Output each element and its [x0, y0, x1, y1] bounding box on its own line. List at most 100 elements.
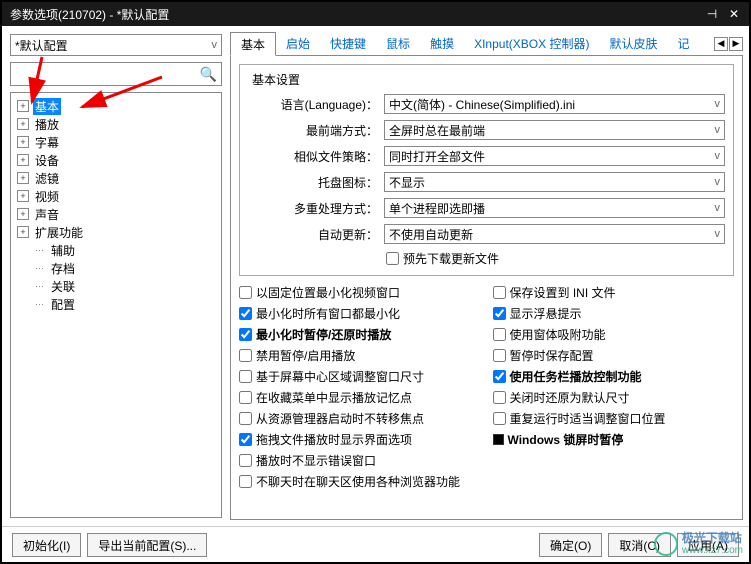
tab-默认皮肤[interactable]: 默认皮肤	[599, 32, 667, 56]
check-label: 基于屏幕中心区域调整窗口尺寸	[256, 368, 424, 385]
check-option[interactable]: 基于屏幕中心区域调整窗口尺寸	[239, 368, 481, 385]
select-tray[interactable]: 不显示v	[384, 172, 725, 192]
label-multi: 多重处理方式：	[248, 200, 378, 217]
tree-item-播放[interactable]: + 播放	[13, 115, 219, 133]
cancel-button[interactable]: 取消(C)	[608, 533, 671, 557]
tab-XInput(XBOX 控制器)[interactable]: XInput(XBOX 控制器)	[464, 32, 599, 56]
check-option[interactable]: 最小化时所有窗口都最小化	[239, 305, 481, 322]
export-button[interactable]: 导出当前配置(S)...	[87, 533, 207, 557]
check-label: 使用任务栏播放控制功能	[510, 368, 642, 385]
checkbox[interactable]	[493, 412, 506, 425]
check-option[interactable]: 关闭时还原为默认尺寸	[493, 389, 735, 406]
expand-icon[interactable]: +	[17, 100, 29, 112]
checkbox[interactable]	[239, 286, 252, 299]
tab-启始[interactable]: 启始	[276, 32, 320, 56]
checkbox[interactable]	[239, 349, 252, 362]
tree-item-滤镜[interactable]: +滤镜	[13, 169, 219, 187]
check-label: 最小化时暂停/还原时播放	[256, 326, 391, 343]
expand-icon[interactable]: +	[17, 172, 29, 184]
check-option[interactable]: 显示浮悬提示	[493, 305, 735, 322]
checkbox[interactable]	[493, 307, 506, 320]
checkbox[interactable]	[493, 391, 506, 404]
tree-item-配置[interactable]: ⋯配置	[13, 295, 219, 313]
tree-item-基本[interactable]: + 基本	[13, 97, 219, 115]
checkbox[interactable]	[493, 370, 506, 383]
check-option[interactable]: 拖拽文件播放时显示界面选项	[239, 431, 481, 448]
checkbox[interactable]	[493, 328, 506, 341]
tab-scroll-left[interactable]: ◀	[714, 37, 728, 51]
select-update[interactable]: 不使用自动更新v	[384, 224, 725, 244]
row-tray: 托盘图标： 不显示v	[248, 172, 725, 192]
search-input[interactable]	[15, 67, 200, 81]
tree-item-扩展功能[interactable]: +扩展功能	[13, 223, 219, 241]
select-similar[interactable]: 同时打开全部文件v	[384, 146, 725, 166]
checkbox[interactable]	[239, 433, 252, 446]
profile-current: *默认配置	[15, 37, 68, 54]
expand-icon[interactable]: +	[17, 190, 29, 202]
check-option[interactable]: 禁用暂停/启用播放	[239, 347, 481, 364]
checkbox[interactable]	[239, 391, 252, 404]
tree-item-辅助[interactable]: ⋯辅助	[13, 241, 219, 259]
check-predownload[interactable]	[386, 252, 399, 265]
check-option[interactable]: 保存设置到 INI 文件	[493, 284, 735, 301]
tree-item-声音[interactable]: +声音	[13, 205, 219, 223]
check-option[interactable]: 从资源管理器启动时不转移焦点	[239, 410, 481, 427]
checkbox[interactable]	[239, 370, 252, 383]
tab-scroll-right[interactable]: ▶	[729, 37, 743, 51]
tree-label: 字幕	[33, 134, 61, 151]
chevron-down-icon: v	[715, 176, 721, 188]
check-label: 保存设置到 INI 文件	[510, 284, 616, 301]
checkbox[interactable]	[239, 454, 252, 467]
select-language[interactable]: 中文(简体) - Chinese(Simplified).iniv	[384, 94, 725, 114]
check-option[interactable]: 不聊天时在聊天区使用各种浏览器功能	[239, 473, 481, 490]
chevron-down-icon: v	[715, 228, 721, 240]
checkbox[interactable]	[493, 349, 506, 362]
check-option[interactable]: 使用窗体吸附功能	[493, 326, 735, 343]
checkbox[interactable]	[239, 475, 252, 488]
expand-icon[interactable]: +	[17, 136, 29, 148]
profile-select[interactable]: *默认配置 v	[10, 34, 222, 56]
tab-记[interactable]: 记	[667, 32, 699, 56]
tree-label: 播放	[33, 116, 61, 133]
expand-icon[interactable]: +	[17, 226, 29, 238]
tab-基本[interactable]: 基本	[230, 32, 276, 56]
check-option[interactable]: 使用任务栏播放控制功能	[493, 368, 735, 385]
check-option[interactable]: 在收藏菜单中显示播放记忆点	[239, 389, 481, 406]
titlebar: 参数选项(210702) - *默认配置 ⊣ ✕	[2, 2, 749, 26]
tab-快捷键[interactable]: 快捷键	[320, 32, 376, 56]
tab-鼠标[interactable]: 鼠标	[376, 32, 420, 56]
check-label: 播放时不显示错误窗口	[256, 452, 376, 469]
close-icon[interactable]: ✕	[727, 7, 741, 21]
select-multi[interactable]: 单个进程即选即播v	[384, 198, 725, 218]
tree-item-字幕[interactable]: + 字幕	[13, 133, 219, 151]
expand-icon[interactable]: +	[17, 154, 29, 166]
init-button[interactable]: 初始化(I)	[12, 533, 81, 557]
expand-icon[interactable]: +	[17, 208, 29, 220]
pin-icon[interactable]: ⊣	[705, 7, 719, 21]
check-option[interactable]: 暂停时保存配置	[493, 347, 735, 364]
select-front[interactable]: 全屏时总在最前端v	[384, 120, 725, 140]
tab-触摸[interactable]: 触摸	[420, 32, 464, 56]
search-icon[interactable]: 🔍	[200, 66, 217, 83]
checkbox-filled-icon[interactable]	[493, 434, 504, 445]
tree-label: 基本	[33, 98, 61, 115]
tree-item-设备[interactable]: +设备	[13, 151, 219, 169]
tree-item-存档[interactable]: ⋯存档	[13, 259, 219, 277]
check-option[interactable]: 播放时不显示错误窗口	[239, 452, 481, 469]
checkbox[interactable]	[239, 328, 252, 341]
apply-button[interactable]: 应用(A)	[677, 533, 739, 557]
check-option[interactable]: 最小化时暂停/还原时播放	[239, 326, 481, 343]
tree-item-视频[interactable]: +视频	[13, 187, 219, 205]
check-label: 在收藏菜单中显示播放记忆点	[256, 389, 412, 406]
window-title: 参数选项(210702) - *默认配置	[10, 6, 169, 23]
checkbox[interactable]	[493, 286, 506, 299]
check-option[interactable]: 重复运行时适当调整窗口位置	[493, 410, 735, 427]
tree-item-关联[interactable]: ⋯关联	[13, 277, 219, 295]
checkbox[interactable]	[239, 307, 252, 320]
label-predownload: 预先下载更新文件	[403, 250, 499, 267]
checkbox[interactable]	[239, 412, 252, 425]
expand-icon[interactable]: +	[17, 118, 29, 130]
check-option[interactable]: 以固定位置最小化视频窗口	[239, 284, 481, 301]
ok-button[interactable]: 确定(O)	[539, 533, 602, 557]
check-option[interactable]: Windows 锁屏时暂停	[493, 431, 735, 448]
